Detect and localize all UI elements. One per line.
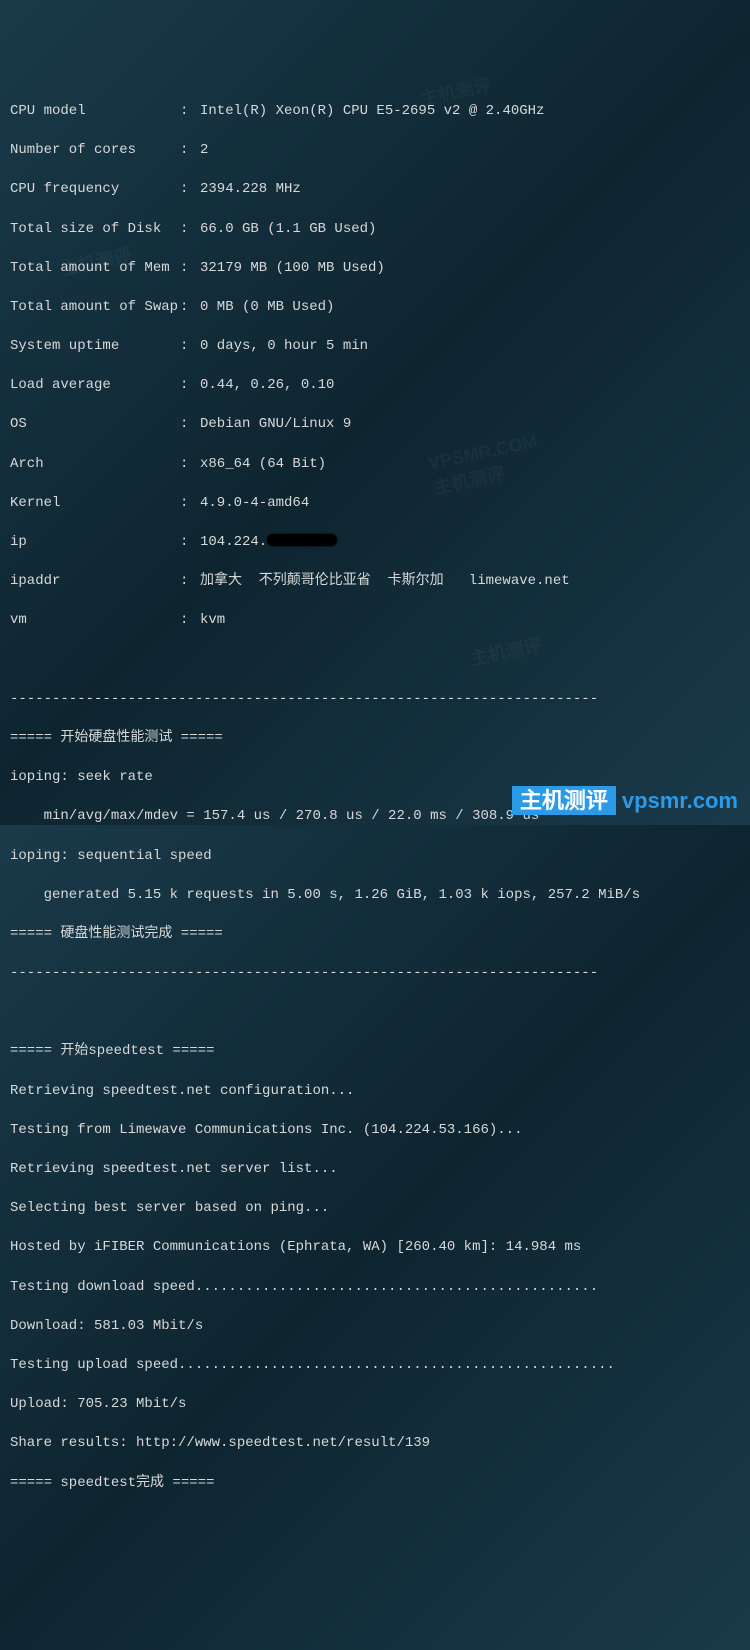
label: Number of cores — [10, 141, 180, 161]
ipaddr-row: ipaddr:加拿大 不列颠哥伦比亚省 卡斯尔加 limewave.net — [10, 572, 740, 592]
watermark-en: vpsmr.com — [622, 788, 738, 813]
mem-row: Total amount of Mem:32179 MB (100 MB Use… — [10, 259, 740, 279]
redacted-ip — [267, 534, 337, 546]
value: 4.9.0-4-amd64 — [200, 495, 309, 511]
ip-row: ip:104.224. — [10, 533, 740, 553]
label: CPU model — [10, 102, 180, 122]
label: System uptime — [10, 337, 180, 357]
freq-row: CPU frequency:2394.228 MHz — [10, 180, 740, 200]
value: 2 — [200, 142, 208, 158]
label: CPU frequency — [10, 180, 180, 200]
label: vm — [10, 611, 180, 631]
label: Total amount of Swap — [10, 298, 180, 318]
vm-row: vm:kvm — [10, 611, 740, 631]
label: Arch — [10, 455, 180, 475]
speedtest-dl-progress: Testing download speed..................… — [10, 1278, 740, 1298]
label: Kernel — [10, 494, 180, 514]
label: Total amount of Mem — [10, 259, 180, 279]
kernel-row: Kernel:4.9.0-4-amd64 — [10, 494, 740, 514]
speedtest-select: Selecting best server based on ping... — [10, 1199, 740, 1219]
value: 104.224. — [200, 534, 267, 550]
speedtest-ul-progress: Testing upload speed....................… — [10, 1356, 740, 1376]
value: 66.0 GB (1.1 GB Used) — [200, 221, 376, 237]
value: 32179 MB (100 MB Used) — [200, 260, 385, 276]
disk-test-header: ===== 开始硬盘性能测试 ===== — [10, 729, 740, 749]
speedtest-serverlist: Retrieving speedtest.net server list... — [10, 1160, 740, 1180]
cpu-model-row: CPU model:Intel(R) Xeon(R) CPU E5-2695 v… — [10, 102, 740, 122]
disk-row: Total size of Disk:66.0 GB (1.1 GB Used) — [10, 220, 740, 240]
divider: ----------------------------------------… — [10, 964, 740, 984]
speedtest-hosted: Hosted by iFIBER Communications (Ephrata… — [10, 1238, 740, 1258]
ioping-seq-label: ioping: sequential speed — [10, 847, 740, 867]
label: OS — [10, 415, 180, 435]
speedtest-header: ===== 开始speedtest ===== — [10, 1042, 740, 1062]
divider: ----------------------------------------… — [10, 690, 740, 710]
value: 2394.228 MHz — [200, 181, 301, 197]
speedtest-share: Share results: http://www.speedtest.net/… — [10, 1434, 740, 1454]
value: Debian GNU/Linux 9 — [200, 416, 351, 432]
load-row: Load average:0.44, 0.26, 0.10 — [10, 376, 740, 396]
disk-test-footer: ===== 硬盘性能测试完成 ===== — [10, 925, 740, 945]
label: Total size of Disk — [10, 220, 180, 240]
value: x86_64 (64 Bit) — [200, 456, 326, 472]
speedtest-footer: ===== speedtest完成 ===== — [10, 1474, 740, 1494]
value: 0 days, 0 hour 5 min — [200, 338, 368, 354]
ioping-seq-values: generated 5.15 k requests in 5.00 s, 1.2… — [10, 886, 740, 906]
watermark: 主机测评vpsmr.com — [500, 755, 738, 817]
value: Intel(R) Xeon(R) CPU E5-2695 v2 @ 2.40GH… — [200, 103, 544, 119]
watermark-zh: 主机测评 — [512, 786, 616, 815]
label: ip — [10, 533, 180, 553]
divider — [10, 1003, 740, 1023]
value: 加拿大 不列颠哥伦比亚省 卡斯尔加 limewave.net — [200, 573, 570, 589]
cores-row: Number of cores:2 — [10, 141, 740, 161]
speedtest-ul-result: Upload: 705.23 Mbit/s — [10, 1395, 740, 1415]
os-row: OS:Debian GNU/Linux 9 — [10, 415, 740, 435]
value: kvm — [200, 612, 225, 628]
uptime-row: System uptime:0 days, 0 hour 5 min — [10, 337, 740, 357]
speedtest-config: Retrieving speedtest.net configuration..… — [10, 1082, 740, 1102]
label: Load average — [10, 376, 180, 396]
speedtest-dl-result: Download: 581.03 Mbit/s — [10, 1317, 740, 1337]
value: 0.44, 0.26, 0.10 — [200, 377, 334, 393]
arch-row: Arch:x86_64 (64 Bit) — [10, 455, 740, 475]
divider — [10, 651, 740, 671]
swap-row: Total amount of Swap:0 MB (0 MB Used) — [10, 298, 740, 318]
value: 0 MB (0 MB Used) — [200, 299, 334, 315]
speedtest-from: Testing from Limewave Communications Inc… — [10, 1121, 740, 1141]
label: ipaddr — [10, 572, 180, 592]
